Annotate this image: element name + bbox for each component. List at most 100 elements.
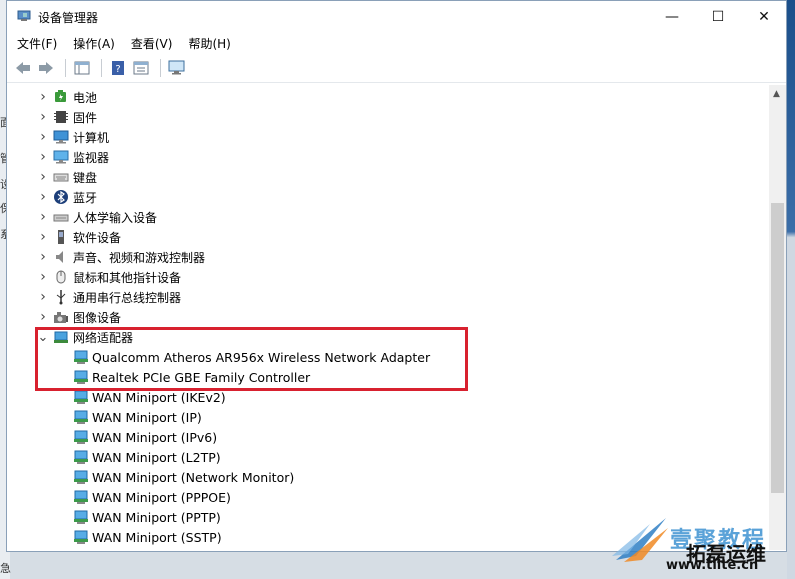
tree-category-label: 鼠标和其他指针设备 bbox=[73, 270, 182, 285]
network-device-icon bbox=[74, 410, 88, 424]
keyboard-icon bbox=[53, 173, 69, 182]
menu-view[interactable]: 查看(V) bbox=[131, 35, 173, 52]
desktop-glyph: 急 bbox=[0, 562, 11, 575]
network-adapter-label: WAN Miniport (Network Monitor) bbox=[92, 469, 295, 485]
network-device-icon bbox=[74, 470, 88, 484]
chevron-right-icon[interactable]: › bbox=[37, 89, 49, 105]
network-device-icon bbox=[74, 450, 88, 464]
chevron-right-icon[interactable]: › bbox=[37, 129, 49, 145]
tree-category-label: 软件设备 bbox=[73, 230, 122, 245]
mouse-icon bbox=[56, 270, 66, 284]
network-adapter-row[interactable]: WAN Miniport (L2TP) bbox=[9, 447, 766, 467]
scrollbar-thumb[interactable] bbox=[771, 203, 784, 493]
usb-icon bbox=[56, 290, 66, 305]
speaker-icon bbox=[56, 251, 63, 263]
tree-category-row[interactable]: › 人体学输入设备 bbox=[9, 207, 766, 227]
chevron-right-icon[interactable]: › bbox=[37, 149, 49, 165]
tree-category-label: 图像设备 bbox=[73, 310, 122, 325]
arrow-right-icon bbox=[39, 62, 53, 74]
network-device-icon bbox=[74, 430, 88, 444]
arrow-left-icon bbox=[16, 62, 30, 74]
network-adapter-row[interactable]: WAN Miniport (IPv6) bbox=[9, 427, 766, 447]
tree-category-row[interactable]: › 计算机 bbox=[9, 127, 766, 147]
computer-icon bbox=[53, 130, 69, 144]
network-adapter-label: WAN Miniport (PPPOE) bbox=[92, 489, 231, 505]
network-device-icon bbox=[74, 390, 88, 404]
help-button[interactable]: ? bbox=[108, 58, 128, 78]
console-tree-icon bbox=[74, 61, 90, 75]
network-adapter-label: WAN Miniport (IPv6) bbox=[92, 429, 218, 445]
network-adapter-row[interactable]: WAN Miniport (Network Monitor) bbox=[9, 467, 766, 487]
monitor-icon bbox=[53, 150, 69, 164]
tree-category-label: 人体学输入设备 bbox=[73, 210, 158, 225]
window-title: 设备管理器 bbox=[38, 11, 99, 25]
network-adapter-row[interactable]: WAN Miniport (PPPOE) bbox=[9, 487, 766, 507]
tree-category-row[interactable]: › 软件设备 bbox=[9, 227, 766, 247]
close-button[interactable]: ✕ bbox=[741, 1, 787, 32]
tree-category-label: 通用串行总线控制器 bbox=[73, 290, 182, 305]
device-tree: › 电池 › 固件 › 计算机 › 监视器 › 键盘 › 蓝牙 › 人体学输入设备 › 软件设备 › 声音、视频和… bbox=[9, 85, 766, 550]
properties-icon bbox=[133, 61, 149, 75]
hid-icon bbox=[53, 214, 69, 222]
tree-category-label: 蓝牙 bbox=[73, 190, 98, 205]
network-device-icon bbox=[74, 490, 88, 504]
chevron-right-icon[interactable]: › bbox=[37, 249, 49, 265]
chevron-right-icon[interactable]: › bbox=[37, 289, 49, 305]
maximize-button[interactable]: ☐ bbox=[695, 1, 741, 32]
title-bar[interactable]: 设备管理器 — ☐ ✕ bbox=[7, 1, 786, 32]
tree-category-label: 监视器 bbox=[73, 150, 110, 165]
network-adapter-label: WAN Miniport (IP) bbox=[92, 409, 202, 425]
menu-action[interactable]: 操作(A) bbox=[73, 35, 115, 52]
chevron-right-icon[interactable]: › bbox=[37, 309, 49, 325]
toolbar: ? bbox=[7, 54, 786, 83]
network-adapter-label: WAN Miniport (L2TP) bbox=[92, 449, 221, 465]
chevron-right-icon[interactable]: › bbox=[37, 269, 49, 285]
chevron-right-icon[interactable]: › bbox=[37, 189, 49, 205]
tree-category-row[interactable]: › 监视器 bbox=[9, 147, 766, 167]
network-adapter-label: WAN Miniport (SSTP) bbox=[92, 529, 222, 545]
tree-category-row[interactable]: › 键盘 bbox=[9, 167, 766, 187]
back-button[interactable] bbox=[13, 58, 33, 78]
vertical-scrollbar[interactable]: ▲ bbox=[769, 85, 786, 550]
watermark-text-3: www.tllte.cn bbox=[666, 558, 759, 573]
tree-category-row[interactable]: › 图像设备 bbox=[9, 307, 766, 327]
tree-category-label: 电池 bbox=[73, 90, 98, 105]
tree-category-label: 键盘 bbox=[73, 170, 98, 185]
network-adapter-row[interactable]: WAN Miniport (IP) bbox=[9, 407, 766, 427]
tree-category-row[interactable]: › 电池 bbox=[9, 87, 766, 107]
camera-icon bbox=[54, 312, 68, 323]
watermark: 壹聚教程 拓磊运维 www.tllte.cn bbox=[606, 506, 795, 579]
tree-category-row[interactable]: › 声音、视频和游戏控制器 bbox=[9, 247, 766, 267]
chevron-right-icon[interactable]: › bbox=[37, 229, 49, 245]
forward-button[interactable] bbox=[36, 58, 56, 78]
chevron-right-icon[interactable]: › bbox=[37, 209, 49, 225]
menu-file[interactable]: 文件(F) bbox=[17, 35, 57, 52]
software-device-icon bbox=[58, 230, 64, 244]
show-hide-console-tree-button[interactable] bbox=[72, 58, 92, 78]
chevron-right-icon[interactable]: › bbox=[37, 169, 49, 185]
tree-category-row[interactable]: › 鼠标和其他指针设备 bbox=[9, 267, 766, 287]
close-icon: ✕ bbox=[758, 8, 770, 25]
toolbar-separator bbox=[65, 59, 66, 77]
properties-button[interactable] bbox=[131, 58, 151, 78]
tree-category-row[interactable]: › 蓝牙 bbox=[9, 187, 766, 207]
tree-category-label: 计算机 bbox=[73, 130, 110, 145]
help-icon: ? bbox=[112, 61, 124, 75]
tree-category-row[interactable]: › 固件 bbox=[9, 107, 766, 127]
device-manager-window: 设备管理器 — ☐ ✕ 文件(F) 操作(A) 查看(V) 帮助(H) ? › … bbox=[6, 0, 787, 552]
battery-icon bbox=[55, 90, 66, 102]
tree-category-label: 声音、视频和游戏控制器 bbox=[73, 250, 206, 265]
menu-help[interactable]: 帮助(H) bbox=[188, 35, 230, 52]
minimize-button[interactable]: — bbox=[649, 1, 695, 32]
minimize-icon: — bbox=[665, 8, 679, 25]
chevron-right-icon[interactable]: › bbox=[37, 109, 49, 125]
network-device-icon bbox=[74, 530, 88, 544]
device-manager-app-icon bbox=[17, 10, 31, 21]
toolbar-separator bbox=[101, 59, 102, 77]
scan-hardware-button[interactable] bbox=[167, 58, 187, 78]
svg-text:?: ? bbox=[115, 64, 120, 75]
network-adapter-highlight-box bbox=[35, 327, 468, 391]
scroll-up-icon[interactable]: ▲ bbox=[773, 89, 780, 99]
tree-category-row[interactable]: › 通用串行总线控制器 bbox=[9, 287, 766, 307]
maximize-icon: ☐ bbox=[711, 8, 725, 25]
